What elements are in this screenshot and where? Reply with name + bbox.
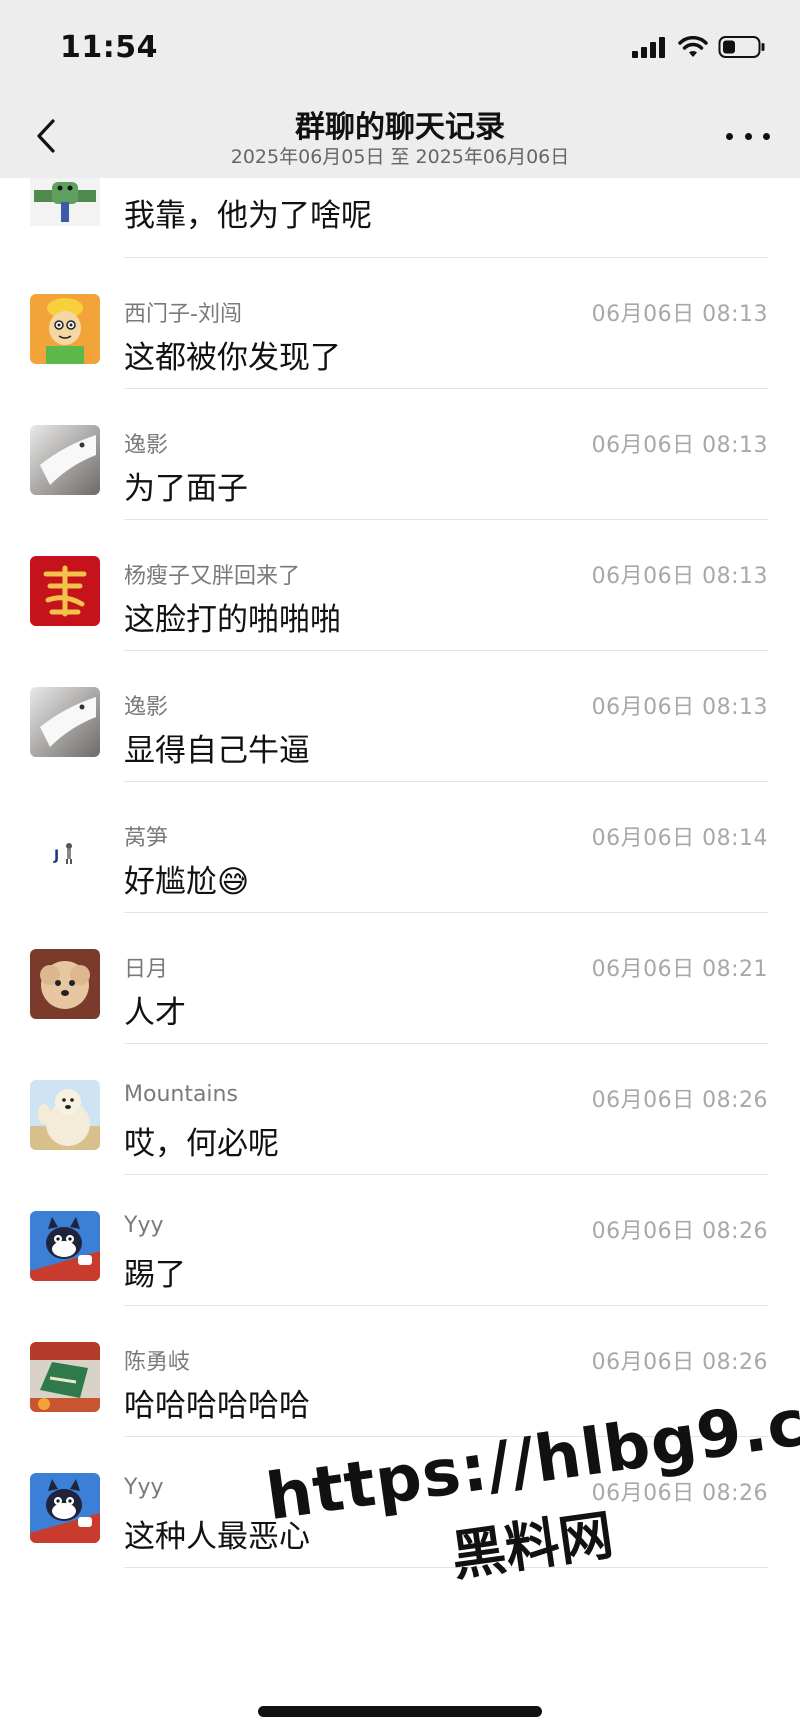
poodle-avatar[interactable] bbox=[30, 949, 100, 1019]
message-time: 06月06日 08:26 bbox=[591, 1088, 768, 1113]
battery-icon bbox=[718, 35, 766, 63]
cartoon-cat-avatar[interactable] bbox=[30, 1211, 100, 1281]
message-time: 06月06日 08:13 bbox=[591, 564, 768, 589]
dot-icon bbox=[744, 132, 752, 140]
message-text: 哈哈哈哈哈哈 bbox=[124, 1388, 310, 1424]
sender-name: Yyy bbox=[124, 1475, 164, 1500]
dot-icon bbox=[726, 132, 733, 140]
cartoon-worker-avatar[interactable] bbox=[30, 294, 100, 364]
date-range: 2025年06月05日 至 2025年06月06日 bbox=[230, 146, 570, 168]
message-item[interactable]: 杨瘦子又胖回来了 06月06日 08:13 这脸打的啪啪啪 bbox=[0, 520, 800, 651]
dot-icon bbox=[763, 132, 770, 140]
sender-name: 日月 bbox=[124, 957, 169, 982]
message-time: 06月06日 08:13 bbox=[591, 695, 768, 720]
message-text: 好尴尬😅 bbox=[124, 864, 250, 900]
tiny-figure-avatar[interactable]: J bbox=[30, 818, 100, 888]
red-calligraphy-avatar[interactable] bbox=[30, 556, 100, 626]
nav-bar: 群聊的聊天记录 2025年06月05日 至 2025年06月06日 bbox=[0, 92, 800, 178]
message-time: 06月06日 08:13 bbox=[591, 433, 768, 458]
message-item[interactable]: 逸影 06月06日 08:13 为了面子 bbox=[0, 389, 800, 520]
message-item[interactable]: 逸影 06月06日 08:13 显得自己牛逼 bbox=[0, 651, 800, 782]
message-time: 06月06日 08:21 bbox=[591, 957, 768, 982]
sender-name: 西门子-刘闯 bbox=[124, 302, 242, 327]
message-item[interactable]: J 莴笋 06月06日 08:14 好尴尬😅 bbox=[0, 782, 800, 913]
sender-name: 逸影 bbox=[124, 695, 169, 720]
white-fox-avatar[interactable] bbox=[30, 425, 100, 495]
message-text: 哎，何必呢 bbox=[124, 1126, 279, 1162]
sender-name: 莴笋 bbox=[124, 826, 169, 851]
message-item[interactable]: Mountains 06月06日 08:26 哎，何必呢 bbox=[0, 1044, 800, 1175]
message-item[interactable]: 日月 06月06日 08:21 人才 bbox=[0, 913, 800, 1044]
message-item[interactable]: 西门子-刘闯 06月06日 08:13 这都被你发现了 bbox=[0, 258, 800, 389]
message-item[interactable]: Yyy 06月06日 08:26 踢了 bbox=[0, 1175, 800, 1306]
home-indicator[interactable] bbox=[258, 1706, 542, 1717]
page-title: 群聊的聊天记录 bbox=[295, 110, 505, 145]
message-text: 人才 bbox=[124, 995, 186, 1031]
message-text: 我靠，他为了啥呢 bbox=[124, 198, 372, 234]
sender-name: Mountains bbox=[124, 1082, 238, 1107]
svg-text:J: J bbox=[53, 848, 59, 864]
more-options-button[interactable] bbox=[726, 122, 770, 150]
cartoon-cat-avatar[interactable] bbox=[30, 1473, 100, 1543]
status-time: 11:54 bbox=[60, 30, 158, 65]
sender-name: Yyy bbox=[124, 1213, 164, 1238]
message-time: 06月06日 08:13 bbox=[591, 302, 768, 327]
photo-avatar[interactable] bbox=[30, 1342, 100, 1412]
message-time: 06月06日 08:26 bbox=[591, 1350, 768, 1375]
message-text: 显得自己牛逼 bbox=[124, 733, 310, 769]
scarecrow-avatar[interactable] bbox=[30, 178, 100, 226]
sender-name: 杨瘦子又胖回来了 bbox=[124, 564, 301, 589]
cellular-signal-icon bbox=[632, 36, 668, 62]
message-text: 这脸打的啪啪啪 bbox=[124, 602, 341, 638]
message-list[interactable]: 我靠，他为了啥呢 西门子-刘闯 06月06日 08:13 这都被你发现了 逸影 … bbox=[0, 178, 800, 1568]
message-text: 这都被你发现了 bbox=[124, 340, 341, 376]
sender-name: 逸影 bbox=[124, 433, 169, 458]
message-time: 06月06日 08:14 bbox=[591, 826, 768, 851]
message-item[interactable]: 我靠，他为了啥呢 bbox=[0, 178, 800, 258]
sender-name: 陈勇岐 bbox=[124, 1350, 191, 1375]
message-text: 为了面子 bbox=[124, 471, 248, 507]
status-bar: 11:54 bbox=[0, 0, 800, 92]
system-icons bbox=[632, 34, 766, 64]
white-fox-avatar[interactable] bbox=[30, 687, 100, 757]
message-text: 踢了 bbox=[124, 1257, 186, 1293]
message-time: 06月06日 08:26 bbox=[591, 1219, 768, 1244]
polar-bear-avatar[interactable] bbox=[30, 1080, 100, 1150]
wifi-icon bbox=[678, 35, 708, 62]
